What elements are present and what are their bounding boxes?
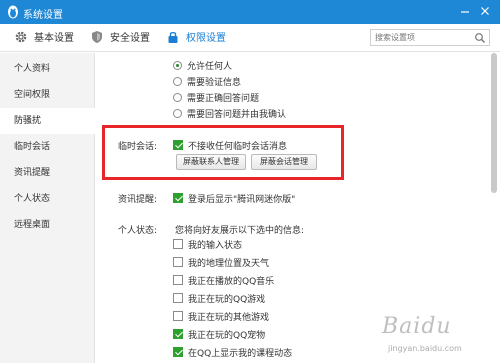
checkbox[interactable] — [173, 275, 183, 285]
checkbox[interactable] — [173, 311, 183, 321]
radio-button[interactable] — [173, 61, 182, 70]
settings-sidebar: 个人资料 空间权限 防骚扰 临时会话 资讯提醒 个人状态 远程桌面 — [0, 53, 95, 363]
radio-require-answer-and-confirm[interactable]: 需要回答问题并由我确认 — [173, 107, 286, 120]
tab-label: 基本设置 — [34, 33, 74, 44]
news-reminder-label: 资讯提醒: — [118, 195, 158, 205]
personal-status-description: 您将向好友展示以下选中的信息: — [175, 226, 305, 236]
radio-allow-anyone[interactable]: 允许任何人 — [173, 59, 232, 72]
radio-button[interactable] — [173, 109, 182, 118]
radio-button[interactable] — [173, 93, 182, 102]
qq-penguin-icon — [8, 5, 18, 19]
radio-label: 允许任何人 — [187, 62, 233, 72]
checkbox-course-activity[interactable]: 在QQ上显示我的课程动态 — [173, 346, 292, 359]
radio-label: 需要回答问题并由我确认 — [187, 110, 287, 120]
sidebar-item-personal-status[interactable]: 个人状态 — [0, 186, 95, 212]
lock-icon — [168, 32, 178, 43]
sidebar-item-profile[interactable]: 个人资料 — [0, 56, 95, 82]
sidebar-item-temp-session[interactable]: 临时会话 — [0, 134, 95, 160]
watermark-subtext: jingyan.baidu.com — [388, 344, 462, 353]
close-button[interactable] — [476, 3, 494, 21]
close-icon — [481, 7, 489, 15]
tab-basic-settings[interactable]: 基本设置 — [14, 30, 74, 46]
tab-label: 权限设置 — [186, 33, 226, 44]
sidebar-item-news-reminder[interactable]: 资讯提醒 — [0, 160, 95, 186]
radio-label: 需要正确回答问题 — [187, 94, 260, 104]
checkbox-location-weather[interactable]: 我的地理位置及天气 — [173, 256, 269, 269]
gear-icon — [15, 31, 27, 43]
search-input[interactable] — [375, 31, 470, 44]
checkbox-label: 我正在玩的QQ宠物 — [188, 331, 266, 341]
baidu-watermark: Baidu jingyan.baidu.com — [382, 314, 492, 358]
scrollbar-thumb[interactable] — [491, 53, 497, 193]
checkbox-show-tencent-mini[interactable]: 登录后显示"腾讯网迷你版" — [173, 192, 295, 205]
checkbox-label: 我的输入状态 — [188, 241, 243, 251]
checkbox[interactable] — [173, 293, 183, 303]
sidebar-item-space-permission[interactable]: 空间权限 — [0, 82, 95, 108]
red-highlight-annotation — [102, 125, 344, 180]
checkbox[interactable] — [173, 257, 183, 267]
personal-status-label: 个人状态: — [118, 226, 158, 236]
minimize-button[interactable] — [456, 3, 474, 21]
radio-label: 需要验证信息 — [187, 78, 242, 88]
sidebar-item-anti-harassment[interactable]: 防骚扰 — [0, 108, 95, 134]
checkbox-qq-game[interactable]: 我正在玩的QQ游戏 — [173, 292, 265, 305]
tab-label: 安全设置 — [110, 33, 150, 44]
checkbox-label: 我正在玩的QQ游戏 — [188, 295, 266, 305]
checkbox-input-status[interactable]: 我的输入状态 — [173, 238, 242, 251]
checkbox-label: 我正在玩的其他游戏 — [188, 313, 270, 323]
checkbox-label: 登录后显示"腾讯网迷你版" — [188, 195, 296, 205]
title-bar: 系统设置 — [0, 0, 500, 24]
window-title: 系统设置 — [23, 10, 63, 21]
sidebar-item-remote-desktop[interactable]: 远程桌面 — [0, 212, 95, 238]
settings-search-box[interactable] — [370, 29, 490, 46]
checkbox-qq-music[interactable]: 我正在播放的QQ音乐 — [173, 274, 274, 287]
checkbox-label: 在QQ上显示我的课程动态 — [188, 349, 293, 359]
search-icon[interactable] — [474, 32, 486, 44]
radio-require-correct-answer[interactable]: 需要正确回答问题 — [173, 91, 259, 104]
minimize-icon — [461, 11, 469, 13]
checkbox[interactable] — [173, 329, 183, 339]
checkbox-label: 我的地理位置及天气 — [188, 259, 270, 269]
checkbox[interactable] — [173, 193, 183, 203]
checkbox[interactable] — [173, 347, 183, 357]
tab-permission-settings[interactable]: 权限设置 — [166, 30, 226, 46]
checkbox-label: 我正在播放的QQ音乐 — [188, 277, 275, 287]
radio-button[interactable] — [173, 77, 182, 86]
checkbox-qq-pet[interactable]: 我正在玩的QQ宠物 — [173, 328, 265, 341]
watermark-text: Baidu — [382, 314, 452, 339]
settings-tab-bar: 基本设置 安全设置 权限设置 — [0, 24, 500, 52]
tab-security-settings[interactable]: 安全设置 — [90, 30, 150, 46]
checkbox[interactable] — [173, 239, 183, 249]
radio-require-verify-info[interactable]: 需要验证信息 — [173, 75, 241, 88]
checkbox-other-game[interactable]: 我正在玩的其他游戏 — [173, 310, 269, 323]
shield-icon — [92, 31, 102, 43]
